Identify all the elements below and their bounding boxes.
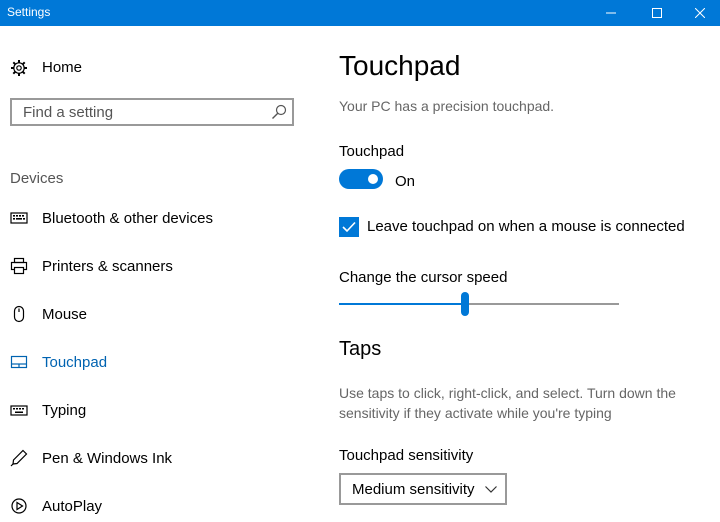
taps-description: Use taps to click, right-click, and sele… — [339, 385, 676, 421]
page-title: Touchpad — [339, 50, 461, 81]
sidebar: Home Devices Bluetooth & other devices P… — [0, 26, 310, 522]
chevron-down-icon — [485, 486, 497, 493]
toggle-knob — [368, 174, 378, 184]
close-button[interactable] — [680, 0, 720, 26]
sidebar-item-printers[interactable]: Printers & scanners — [0, 252, 300, 282]
nav-home-label: Home — [42, 59, 83, 76]
minimize-icon — [606, 12, 616, 14]
sidebar-item-label: Typing — [42, 402, 87, 419]
nav-home[interactable]: Home — [10, 57, 280, 79]
bluetooth-devices-icon — [10, 212, 28, 224]
sidebar-item-label: Printers & scanners — [42, 258, 173, 275]
sidebar-item-label: Mouse — [42, 306, 88, 323]
maximize-icon — [652, 8, 662, 18]
sidebar-item-bluetooth[interactable]: Bluetooth & other devices — [0, 204, 300, 234]
mouse-icon — [13, 305, 25, 323]
sidebar-item-mouse[interactable]: Mouse — [0, 300, 300, 330]
search-input[interactable] — [12, 100, 262, 124]
sidebar-item-typing[interactable]: Typing — [0, 396, 300, 426]
sidebar-item-touchpad[interactable]: Touchpad — [0, 348, 300, 378]
search-icon[interactable] — [271, 104, 287, 120]
sensitivity-dropdown[interactable]: Medium sensitivity — [339, 473, 507, 505]
sidebar-item-pen[interactable]: Pen & Windows Ink — [0, 444, 300, 474]
sidebar-item-label: AutoPlay — [42, 498, 103, 515]
cursor-speed-slider[interactable] — [339, 292, 619, 316]
section-label-devices: Devices — [10, 170, 64, 187]
taps-section-title: Taps — [339, 338, 382, 360]
pen-icon — [10, 449, 28, 467]
close-icon — [695, 8, 705, 18]
keyboard-icon — [10, 405, 28, 416]
printer-icon — [10, 257, 28, 275]
page-subtitle: Your PC has a precision touchpad. — [339, 98, 555, 114]
sidebar-item-label: Pen & Windows Ink — [42, 450, 173, 467]
cursor-speed-label: Change the cursor speed — [339, 269, 508, 286]
toggle-state-text: On — [395, 173, 416, 190]
sidebar-item-autoplay[interactable]: AutoPlay — [0, 492, 300, 522]
sidebar-item-label: Touchpad — [42, 354, 108, 371]
touchpad-toggle-label: Touchpad — [339, 143, 405, 160]
minimize-button[interactable] — [588, 0, 634, 26]
sensitivity-label: Touchpad sensitivity — [339, 447, 474, 464]
slider-fill — [339, 303, 465, 305]
touchpad-icon — [10, 355, 28, 369]
sensitivity-value: Medium sensitivity — [352, 481, 475, 498]
title-bar: Settings — [0, 0, 720, 26]
autoplay-icon — [11, 498, 27, 514]
checkbox-label: Leave touchpad on when a mouse is connec… — [367, 218, 685, 235]
maximize-button[interactable] — [634, 0, 680, 26]
window-title: Settings — [7, 5, 51, 19]
gear-icon — [11, 60, 27, 76]
slider-thumb[interactable] — [461, 292, 469, 316]
leave-touchpad-on-checkbox[interactable] — [339, 217, 359, 237]
touchpad-toggle[interactable] — [339, 169, 383, 189]
sidebar-item-label: Bluetooth & other devices — [42, 210, 213, 227]
checkmark-icon — [342, 221, 356, 233]
search-box — [10, 98, 294, 126]
